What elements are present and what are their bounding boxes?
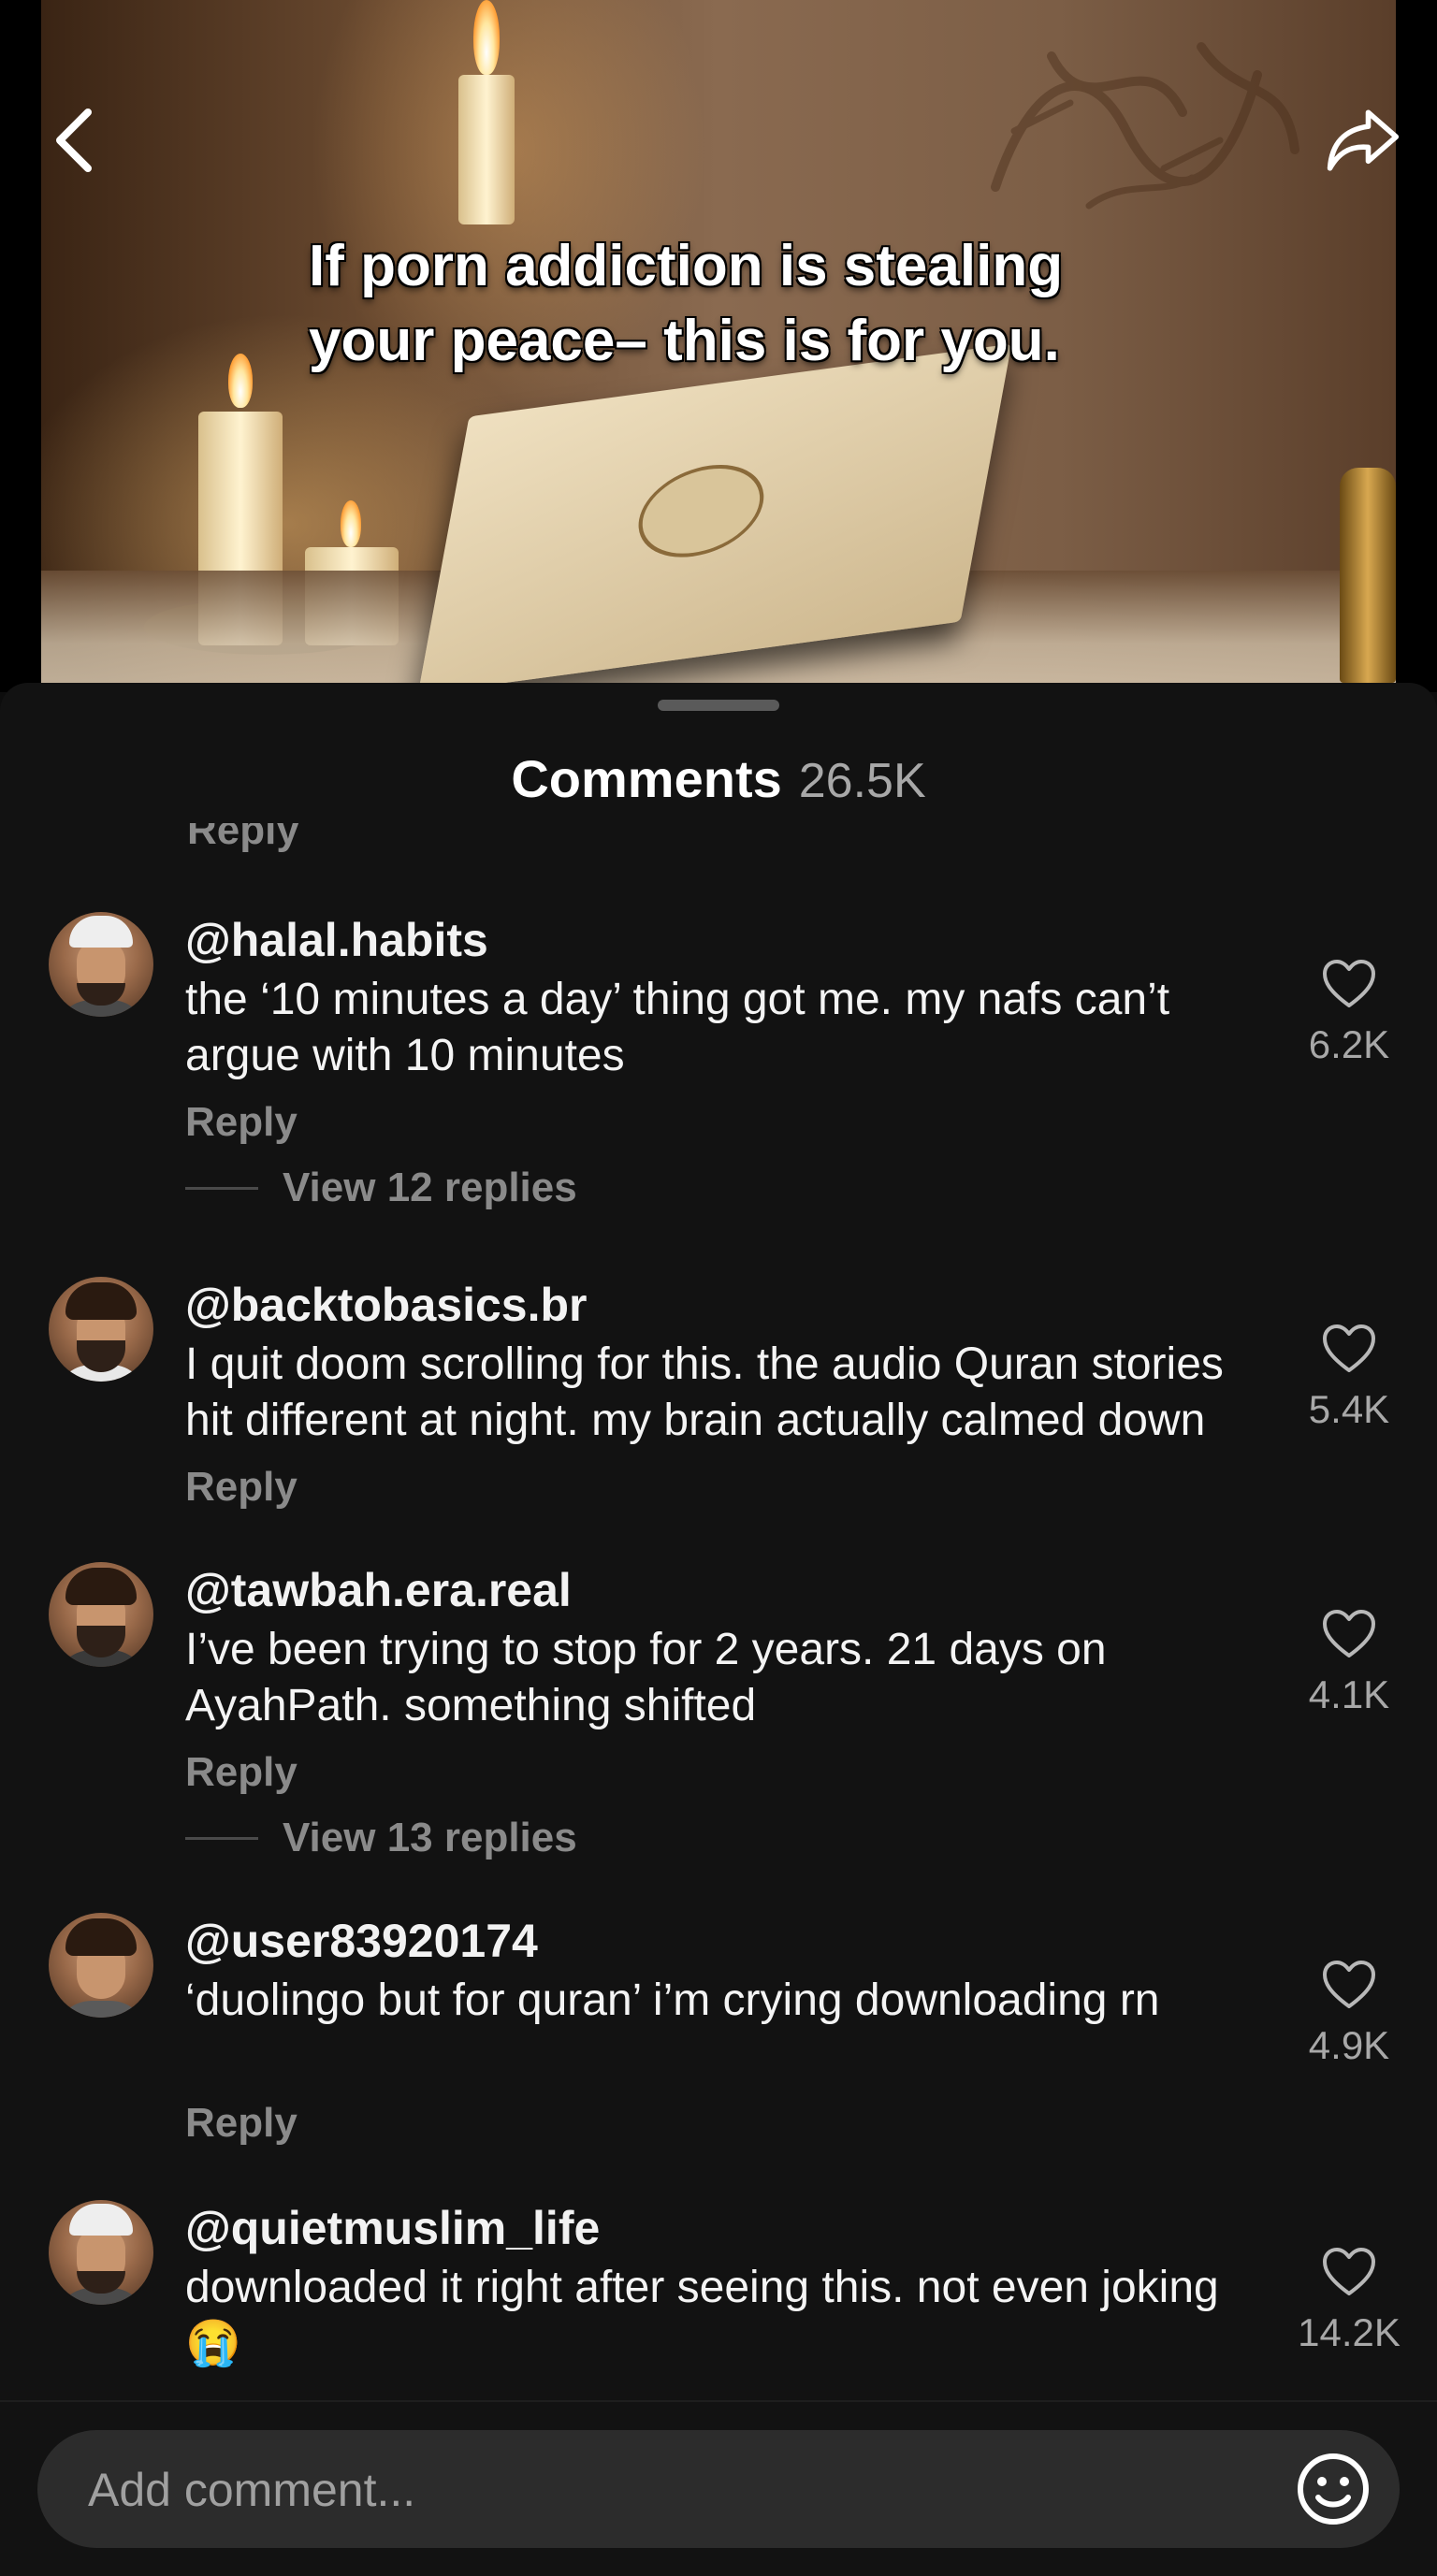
like-button[interactable]: 6.2K	[1284, 959, 1415, 1067]
divider-line	[185, 1186, 258, 1190]
comment-username[interactable]: @tawbah.era.real	[185, 1562, 572, 1618]
video-caption: If porn addiction is stealing your peace…	[215, 229, 1319, 379]
candle-flame	[341, 500, 361, 547]
reply-button[interactable]: Reply	[185, 1464, 298, 1511]
view-replies-button[interactable]: View 12 replies	[185, 1165, 577, 1211]
heart-icon	[1323, 960, 1375, 1007]
view-replies-label: View 12 replies	[283, 1165, 577, 1210]
video-player[interactable]: If porn addiction is stealing your peace…	[0, 0, 1437, 692]
like-count: 4.1K	[1308, 1672, 1390, 1716]
like-button[interactable]: 4.1K	[1284, 1609, 1415, 1717]
heart-icon	[1323, 1610, 1375, 1657]
avatar[interactable]	[49, 1913, 153, 2018]
partial-reply-link[interactable]: Reply	[187, 823, 374, 857]
comments-sheet: Comments 26.5K Reply @halal.habits the ‘1…	[0, 683, 1437, 2574]
candle	[458, 75, 515, 224]
like-count: 6.2K	[1308, 1022, 1390, 1066]
view-replies-button[interactable]: View 13 replies	[185, 1815, 577, 1861]
emoji-button[interactable]	[1295, 2451, 1372, 2527]
reply-button[interactable]: Reply	[185, 1749, 298, 1796]
avatar[interactable]	[49, 1562, 153, 1667]
like-count: 5.4K	[1308, 1387, 1390, 1431]
chevron-left-icon	[56, 109, 92, 172]
comments-title: Comments	[511, 749, 782, 808]
avatar[interactable]	[49, 1277, 153, 1382]
smiley-icon	[1298, 2453, 1369, 2525]
caption-line: your peace– this is for you.	[309, 309, 1060, 373]
comment-text: the ‘10 minutes a day’ thing got me. my …	[185, 975, 1170, 1080]
like-count: 14.2K	[1298, 2310, 1401, 2354]
reply-button[interactable]: Reply	[185, 1099, 298, 1146]
heart-icon	[1323, 1961, 1375, 2008]
comment-composer[interactable]	[37, 2430, 1400, 2550]
comment-input[interactable]	[86, 2430, 1250, 2550]
calligraphy-decoration	[991, 42, 1299, 210]
book-emblem	[631, 456, 772, 565]
avatar[interactable]	[49, 2200, 153, 2305]
comment-composer-bar	[0, 2400, 1437, 2576]
like-button[interactable]: 5.4K	[1284, 1324, 1415, 1432]
comments-header: Comments 26.5K	[0, 748, 1437, 809]
comment-text: I’ve been trying to stop for 2 years. 21…	[185, 1625, 1107, 1730]
like-button[interactable]: 4.9K	[1284, 1960, 1415, 2068]
comment-username[interactable]: @quietmuslim_life	[185, 2200, 600, 2256]
comment-username[interactable]: @user83920174	[185, 1913, 538, 1969]
share-button[interactable]	[1325, 103, 1400, 178]
like-count: 4.9K	[1308, 2023, 1390, 2067]
sheet-drag-handle[interactable]	[658, 700, 779, 711]
comment-text: I quit doom scrolling for this. the audi…	[185, 1339, 1224, 1445]
like-button[interactable]: 14.2K	[1284, 2247, 1415, 2355]
divider-line	[185, 1836, 258, 1840]
share-arrow-icon	[1327, 109, 1400, 171]
lantern	[1340, 468, 1396, 683]
back-button[interactable]	[37, 103, 112, 178]
heart-icon	[1323, 1324, 1375, 1372]
candle-flame	[473, 0, 500, 75]
comment-username[interactable]: @backtobasics.br	[185, 1277, 587, 1333]
avatar[interactable]	[49, 912, 153, 1017]
caption-line: If porn addiction is stealing	[309, 234, 1064, 298]
reply-button[interactable]: Reply	[185, 2100, 298, 2147]
comment-text: ‘duolingo but for quran’ i’m crying down…	[185, 1975, 1160, 2025]
heart-icon	[1323, 2248, 1375, 2295]
comment-username[interactable]: @halal.habits	[185, 912, 488, 968]
view-replies-label: View 13 replies	[283, 1815, 577, 1860]
comment-text: downloaded it right after seeing this. n…	[185, 2263, 1219, 2368]
comments-count: 26.5K	[798, 754, 926, 808]
